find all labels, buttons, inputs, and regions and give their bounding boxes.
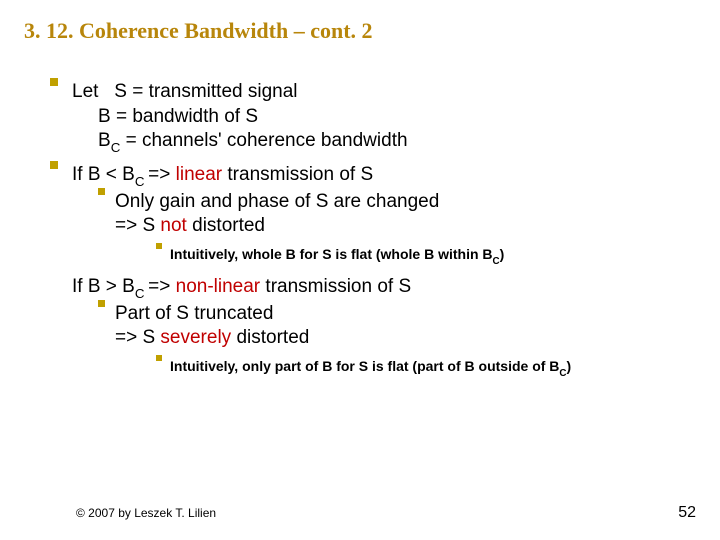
linear-pre: If B < B	[72, 164, 135, 185]
let-b: B = bandwidth of S	[98, 105, 696, 130]
nonlinear-sub1b-post: distorted	[231, 327, 309, 348]
square-bullet-icon	[98, 300, 105, 307]
square-bullet-icon	[156, 355, 162, 361]
linear-sub1-row: Only gain and phase of S are changed	[98, 190, 696, 215]
let-bc-post: = channels' coherence bandwidth	[120, 130, 407, 151]
linear-sub1b: => S not distorted	[115, 214, 696, 239]
nonlinear-post: transmission of S	[260, 276, 411, 297]
square-bullet-icon	[156, 243, 162, 249]
linear-note-sub: C	[493, 256, 500, 267]
page-number: 52	[678, 504, 696, 522]
nonlinear-red: non-linear	[176, 276, 261, 297]
linear-block: If B < BC => linear transmission of S	[50, 163, 696, 189]
square-bullet-icon	[50, 161, 58, 169]
let-lead: Let	[72, 81, 98, 102]
nonlinear-note-sub: C	[559, 368, 566, 379]
linear-note-pre: Intuitively, whole B for S is flat (whol…	[170, 246, 493, 262]
let-block: Let S = transmitted signal	[50, 80, 696, 105]
let-s: S = transmitted signal	[114, 81, 297, 102]
nonlinear-pre: If B > B	[72, 276, 135, 297]
let-bc-pre: B	[98, 130, 111, 151]
linear-note-post: )	[500, 246, 505, 262]
linear-note: Intuitively, whole B for S is flat (whol…	[170, 245, 504, 268]
linear-red: linear	[176, 164, 222, 185]
nonlinear-sub1b-pre: => S	[115, 327, 160, 348]
linear-post: transmission of S	[222, 164, 373, 185]
let-bc: BC = channels' coherence bandwidth	[98, 129, 696, 155]
nonlinear-sub1b: => S severely distorted	[115, 326, 696, 351]
linear-mid: =>	[148, 164, 175, 185]
nonlinear-mid: =>	[148, 276, 175, 297]
copyright-text: © 2007 by Leszek T. Lilien	[76, 506, 216, 520]
square-bullet-icon	[50, 78, 58, 86]
nonlinear-note: Intuitively, only part of B for S is fla…	[170, 357, 571, 380]
nonlinear-sub: C	[135, 286, 148, 301]
nonlinear-sub1: Part of S truncated	[115, 302, 273, 327]
slide-body: Let S = transmitted signal B = bandwidth…	[0, 44, 720, 379]
slide-title: 3. 12. Coherence Bandwidth – cont. 2	[0, 0, 720, 44]
nonlinear-sub1b-red: severely	[160, 327, 231, 348]
linear-sub1: Only gain and phase of S are changed	[115, 190, 439, 215]
nonlinear-block: If B > BC => non-linear transmission of …	[72, 275, 696, 301]
nonlinear-note-pre: Intuitively, only part of B for S is fla…	[170, 358, 559, 374]
linear-sub: C	[135, 174, 148, 189]
square-bullet-icon	[98, 188, 105, 195]
linear-sub1b-pre: => S	[115, 215, 160, 236]
linear-sub1b-post: distorted	[187, 215, 265, 236]
linear-sub1b-red: not	[160, 215, 186, 236]
nonlinear-note-row: Intuitively, only part of B for S is fla…	[156, 357, 696, 380]
let-bc-sub: C	[111, 140, 121, 155]
nonlinear-note-post: )	[567, 358, 572, 374]
linear-note-row: Intuitively, whole B for S is flat (whol…	[156, 245, 696, 268]
nonlinear-sub1-row: Part of S truncated	[98, 302, 696, 327]
